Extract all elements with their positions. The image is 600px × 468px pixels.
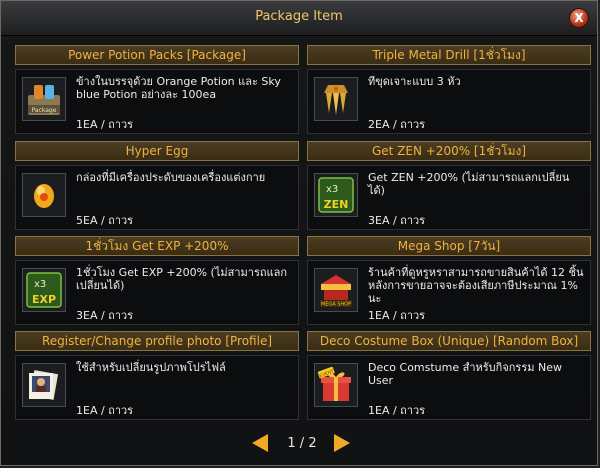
package-card: 1ชั่วโมง Get EXP +200% x3 EXP 1ชั่วโมง G… bbox=[15, 236, 299, 325]
item-name: Register/Change profile photo [Profile] bbox=[15, 331, 299, 351]
item-icon-slot[interactable]: Package bbox=[22, 77, 66, 121]
item-body: MEGA SHOP ร้านค้าที่ดูหรูหราสามารถขายสิน… bbox=[307, 260, 591, 325]
item-description: 1ชั่วโมง Get EXP +200% (ไม่สามารถแลกเปลี… bbox=[76, 266, 287, 292]
close-button[interactable]: X bbox=[569, 8, 589, 28]
package-card: Get ZEN +200% [1ชั่วโมง] x3 ZEN Get ZEN … bbox=[307, 141, 591, 230]
dialog-title: Package Item bbox=[255, 9, 343, 24]
item-name: Hyper Egg bbox=[15, 141, 299, 161]
item-icon-slot[interactable]: MEGA SHOP bbox=[314, 268, 358, 312]
item-name: Mega Shop [7วัน] bbox=[307, 236, 591, 256]
item-name: Get ZEN +200% [1ชั่วโมง] bbox=[307, 141, 591, 161]
title-bar: Package Item X bbox=[1, 1, 597, 36]
item-body: กล่องที่มีเครื่องประดับของเครื่องแต่งกาย… bbox=[15, 165, 299, 230]
photo-icon bbox=[29, 370, 59, 400]
item-quantity: 3EA / ถาวร bbox=[76, 309, 134, 322]
previous-page-button[interactable] bbox=[252, 434, 268, 452]
package-card: Hyper Egg กล่องที่มีเครื่องประดับของเครื… bbox=[15, 141, 299, 230]
exp-x3-icon: x3 EXP bbox=[26, 272, 62, 308]
item-icon-slot[interactable] bbox=[22, 173, 66, 217]
item-body: ใช้สำหรับเปลี่ยนรูปภาพโปรไฟล์ 1EA / ถาวร bbox=[15, 355, 299, 420]
item-quantity: 3EA / ถาวร bbox=[368, 214, 426, 227]
potion-package-icon: Package bbox=[28, 85, 60, 115]
next-page-button[interactable] bbox=[334, 434, 350, 452]
item-quantity: 1EA / ถาวร bbox=[368, 309, 426, 322]
item-body: ทีขุดเจาะแบบ 3 หัว 2EA / ถาวร bbox=[307, 69, 591, 134]
item-quantity: 1EA / ถาวร bbox=[368, 404, 426, 417]
item-body: x3 ZEN Get ZEN +200% (ไม่สามารถแลกเปลี่ย… bbox=[307, 165, 591, 230]
zen-x3-icon: x3 ZEN bbox=[318, 177, 354, 213]
package-item-dialog: Package Item X Power Potion Packs [Packa… bbox=[0, 0, 598, 466]
item-body: Package ข้างในบรรจุด้วย Orange Potion แล… bbox=[15, 69, 299, 134]
mega-shop-label: MEGA SHOP bbox=[321, 302, 351, 308]
item-description: ข้างในบรรจุด้วย Orange Potion และ Sky bl… bbox=[76, 75, 281, 101]
item-description: ใช้สำหรับเปลี่ยนรูปภาพโปรไฟล์ bbox=[76, 361, 226, 374]
item-icon-slot[interactable]: EVENT bbox=[314, 363, 358, 407]
zen-label: ZEN bbox=[324, 198, 349, 211]
item-body: x3 EXP 1ชั่วโมง Get EXP +200% (ไม่สามารถ… bbox=[15, 260, 299, 325]
package-card: Deco Costume Box (Unique) [Random Box] E… bbox=[307, 331, 591, 420]
zen-multiplier: x3 bbox=[326, 184, 338, 195]
item-quantity: 5EA / ถาวร bbox=[76, 214, 134, 227]
gift-box-icon: EVENT bbox=[318, 367, 351, 401]
item-name: Power Potion Packs [Package] bbox=[15, 45, 299, 65]
package-card: Triple Metal Drill [1ชั่วโมง] ทีขุดเจาะแ… bbox=[307, 45, 591, 134]
page-indicator: 1 / 2 bbox=[287, 436, 317, 451]
egg-icon bbox=[34, 184, 54, 208]
item-icon-slot[interactable] bbox=[314, 77, 358, 121]
package-card: Power Potion Packs [Package] Package ข้า… bbox=[15, 45, 299, 134]
item-icon-slot[interactable] bbox=[22, 363, 66, 407]
item-name: Triple Metal Drill [1ชั่วโมง] bbox=[307, 45, 591, 65]
drill-icon bbox=[324, 85, 348, 115]
mega-shop-icon: MEGA SHOP bbox=[320, 275, 352, 308]
exp-label: EXP bbox=[32, 293, 56, 306]
item-body: EVENT Deco Comstume สำหรับกิจกรรม New Us… bbox=[307, 355, 591, 420]
item-quantity: 1EA / ถาวร bbox=[76, 118, 134, 131]
item-description: ร้านค้าที่ดูหรูหราสามารถขายสินค้าได้ 12 … bbox=[368, 266, 584, 305]
item-quantity: 1EA / ถาวร bbox=[76, 404, 134, 417]
item-quantity: 2EA / ถาวร bbox=[368, 118, 426, 131]
pagination: 1 / 2 bbox=[1, 431, 597, 457]
item-description: ทีขุดเจาะแบบ 3 หัว bbox=[368, 75, 461, 88]
item-icon-slot[interactable]: x3 ZEN bbox=[314, 173, 358, 217]
item-description: Get ZEN +200% (ไม่สามารถแลกเปลี่ยนได้) bbox=[368, 171, 570, 197]
item-description: Deco Comstume สำหรับกิจกรรม New User bbox=[368, 361, 562, 387]
package-card: Register/Change profile photo [Profile] … bbox=[15, 331, 299, 420]
svg-text:Package: Package bbox=[32, 107, 57, 114]
exp-multiplier: x3 bbox=[34, 279, 46, 290]
item-name: 1ชั่วโมง Get EXP +200% bbox=[15, 236, 299, 256]
item-icon-slot[interactable]: x3 EXP bbox=[22, 268, 66, 312]
item-name: Deco Costume Box (Unique) [Random Box] bbox=[307, 331, 591, 351]
item-description: กล่องที่มีเครื่องประดับของเครื่องแต่งกาย bbox=[76, 171, 266, 184]
package-card: Mega Shop [7วัน] MEGA SHOP ร้านค้าที่ดูห… bbox=[307, 236, 591, 325]
